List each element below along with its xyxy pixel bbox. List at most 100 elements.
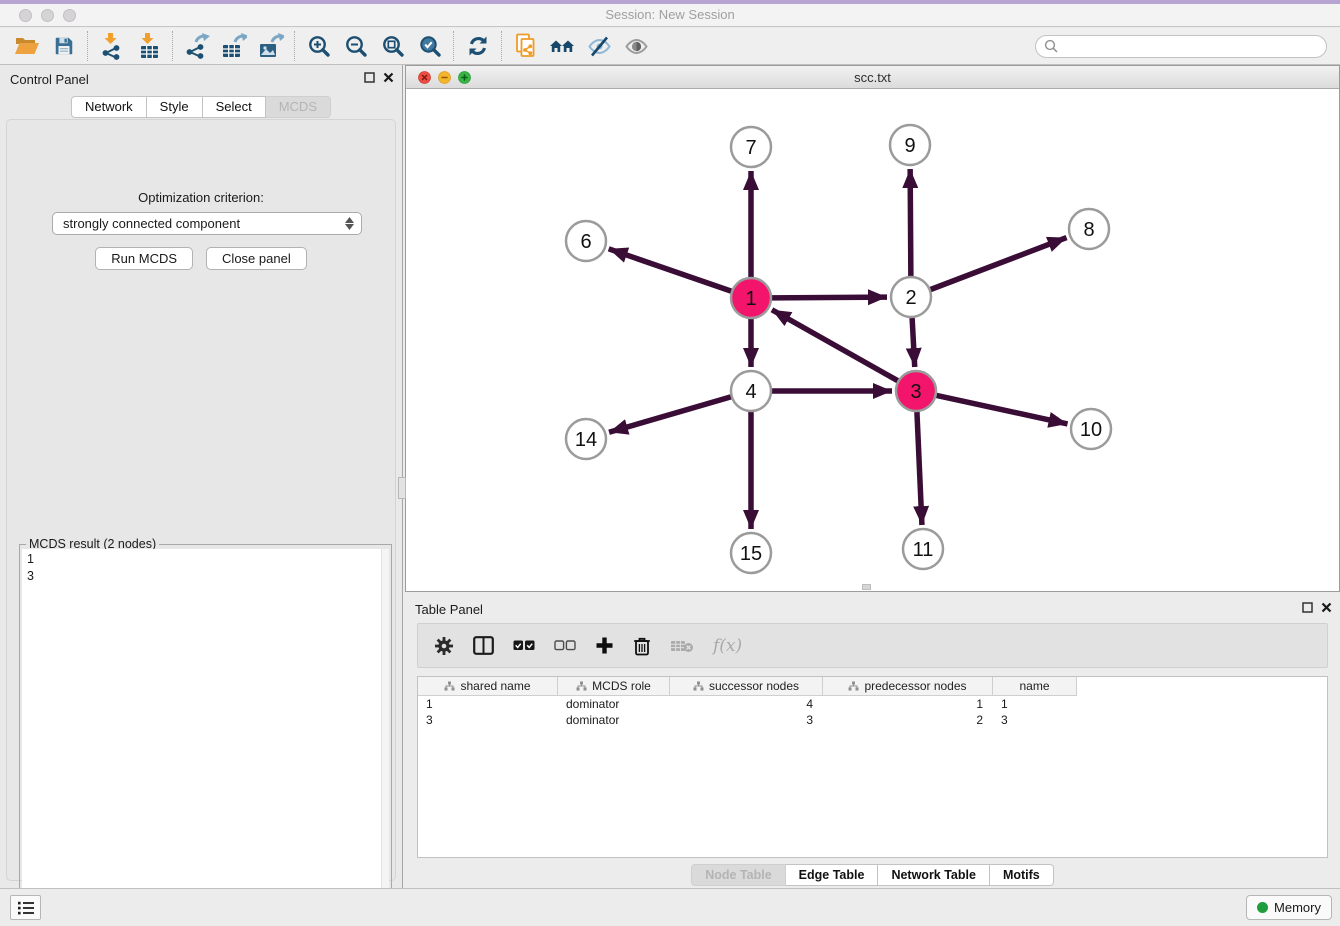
checked-boxes-icon	[513, 640, 535, 651]
table-header-row: shared name MCDS role successor nodes prede…	[418, 677, 1327, 696]
export-network-button[interactable]	[178, 31, 215, 62]
add-column-button[interactable]	[595, 636, 614, 655]
graph-node-label-14: 14	[575, 429, 597, 451]
delete-column-button[interactable]	[633, 636, 651, 656]
first-neighbors-button[interactable]	[544, 31, 581, 62]
zoom-in-icon	[307, 34, 331, 58]
column-header-label: successor nodes	[709, 679, 799, 693]
settings-gear-button[interactable]	[434, 636, 454, 656]
zoom-selected-button[interactable]	[411, 31, 448, 62]
delete-table-button	[670, 639, 694, 653]
float-panel-icon[interactable]	[364, 72, 375, 83]
export-table-button[interactable]	[215, 31, 252, 62]
refresh-icon	[466, 34, 490, 58]
import-table-button[interactable]	[130, 31, 167, 62]
graph-node-label-6: 6	[580, 231, 591, 253]
table-row[interactable]: 1dominator411	[418, 696, 1327, 712]
toolbar-separator	[172, 31, 173, 61]
open-session-button[interactable]	[8, 31, 45, 62]
run-mcds-button[interactable]: Run MCDS	[95, 247, 193, 270]
table-tabs: Node Table Edge Table Network Table Moti…	[405, 864, 1340, 886]
table-cell: 3	[993, 713, 1077, 727]
search-box[interactable]	[1035, 35, 1327, 58]
column-header-label: predecessor nodes	[864, 679, 966, 693]
graph-edge-2-9[interactable]	[910, 169, 911, 276]
result-scrollbar[interactable]	[381, 549, 389, 919]
main-titlebar: Session: New Session	[0, 0, 1340, 27]
tab-style[interactable]: Style	[147, 96, 203, 118]
zoom-out-button[interactable]	[337, 31, 374, 62]
close-panel-icon[interactable]	[1321, 602, 1332, 613]
graph-node-label-15: 15	[740, 543, 762, 565]
split-view-button[interactable]	[473, 636, 494, 655]
split-view-icon	[473, 636, 494, 655]
graph-edge-2-8[interactable]	[931, 238, 1067, 290]
search-input[interactable]	[1058, 39, 1326, 53]
tab-network-table[interactable]: Network Table	[878, 864, 990, 886]
vertical-splitter-handle[interactable]	[398, 477, 406, 499]
table-cell: 2	[823, 713, 993, 727]
graph-edge-4-14[interactable]	[609, 397, 731, 432]
column-header-predecessor-nodes[interactable]: predecessor nodes	[823, 677, 993, 696]
node-table[interactable]: shared name MCDS role successor nodes prede…	[417, 676, 1328, 858]
control-panel-tabs: Network Style Select MCDS	[0, 96, 402, 118]
column-header-successor-nodes[interactable]: successor nodes	[670, 677, 823, 696]
criterion-dropdown[interactable]: strongly connected component	[52, 212, 362, 235]
table-cell: 3	[670, 713, 823, 727]
import-table-icon	[137, 32, 161, 60]
export-image-button[interactable]	[252, 31, 289, 62]
result-line: 3	[27, 568, 384, 585]
table-cell: 1	[823, 697, 993, 711]
show-all-button[interactable]	[618, 31, 655, 62]
close-panel-icon[interactable]	[383, 72, 394, 83]
refresh-button[interactable]	[459, 31, 496, 62]
tab-node-table[interactable]: Node Table	[691, 864, 785, 886]
toolbar-separator	[87, 31, 88, 61]
network-canvas[interactable]: 7968124314101511	[406, 89, 1339, 591]
import-network-button[interactable]	[93, 31, 130, 62]
network-view-window: scc.txt 7968124314101511	[405, 65, 1340, 592]
task-history-button[interactable]	[10, 895, 41, 920]
table-cell: 1	[993, 697, 1077, 711]
hide-selected-button[interactable]	[581, 31, 618, 62]
close-panel-button[interactable]: Close panel	[206, 247, 307, 270]
column-header-MCDS-role[interactable]: MCDS role	[558, 677, 670, 696]
table-cell: dominator	[558, 697, 670, 711]
search-icon	[1044, 39, 1058, 53]
save-session-button[interactable]	[45, 31, 82, 62]
table-panel-title: Table Panel	[415, 602, 483, 617]
unchecked-boxes-icon	[554, 640, 576, 651]
column-type-icon	[576, 681, 587, 691]
table-row[interactable]: 3dominator323	[418, 712, 1327, 728]
gear-icon	[434, 636, 454, 656]
column-header-name[interactable]: name	[993, 677, 1077, 696]
import-network-icon	[100, 32, 124, 60]
table-cell: 3	[418, 713, 558, 727]
select-all-button[interactable]	[513, 640, 535, 651]
column-header-shared-name[interactable]: shared name	[418, 677, 558, 696]
graph-edge-3-11[interactable]	[917, 412, 922, 525]
clone-network-button[interactable]	[507, 31, 544, 62]
graph-edge-3-1[interactable]	[772, 310, 898, 381]
memory-button[interactable]: Memory	[1246, 895, 1332, 920]
graph-edge-2-3[interactable]	[912, 318, 915, 367]
tab-network[interactable]: Network	[71, 96, 147, 118]
network-window-titlebar[interactable]: scc.txt	[406, 66, 1339, 89]
zoom-in-button[interactable]	[300, 31, 337, 62]
mcds-result-text[interactable]: 1 3	[22, 549, 389, 919]
plus-icon	[595, 636, 614, 655]
column-type-icon	[693, 681, 704, 691]
zoom-fit-button[interactable]	[374, 31, 411, 62]
network-graph[interactable]: 7968124314101511	[406, 89, 1339, 591]
graph-edge-1-2[interactable]	[772, 297, 887, 298]
tab-edge-table[interactable]: Edge Table	[786, 864, 879, 886]
horizontal-splitter-handle[interactable]	[862, 584, 871, 590]
graph-edge-3-10[interactable]	[937, 395, 1068, 423]
deselect-all-button[interactable]	[554, 640, 576, 651]
tab-select[interactable]: Select	[203, 96, 266, 118]
tab-mcds[interactable]: MCDS	[266, 96, 331, 118]
graph-edge-1-6[interactable]	[609, 249, 731, 291]
float-panel-icon[interactable]	[1302, 602, 1313, 613]
column-header-label: MCDS role	[592, 679, 651, 693]
tab-motifs[interactable]: Motifs	[990, 864, 1054, 886]
